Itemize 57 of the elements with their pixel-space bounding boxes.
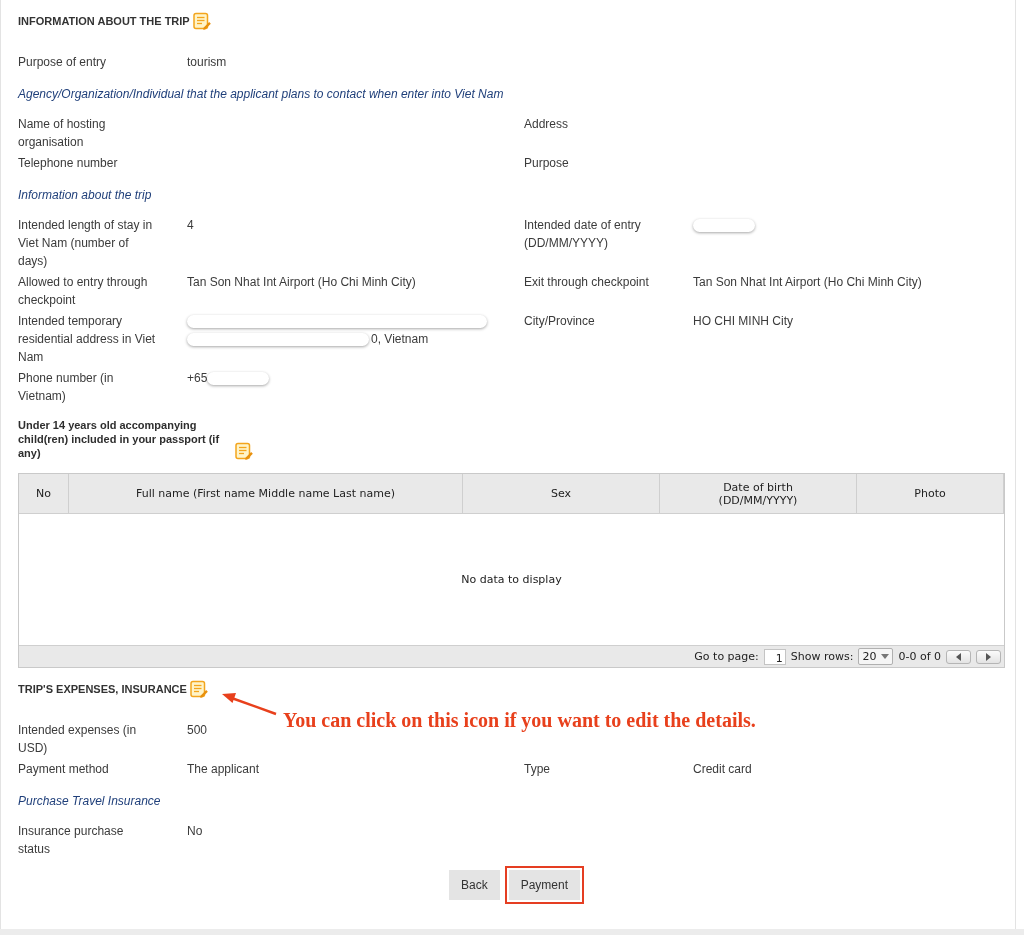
column-header: Full name (First name Middle name Last name) bbox=[69, 474, 463, 513]
action-button[interactable]: Back bbox=[448, 870, 500, 900]
field-label: Insurance purchase status bbox=[18, 823, 125, 858]
empty-message: No data to display bbox=[461, 573, 562, 586]
field-label: City/Province bbox=[524, 313, 596, 330]
field-label: Exit through checkpoint bbox=[524, 274, 650, 291]
field-value: 0, Vietnam bbox=[371, 332, 429, 346]
page-range: 0-0 of 0 bbox=[898, 650, 941, 663]
field-value: +65 bbox=[187, 371, 208, 385]
redaction-mark bbox=[693, 219, 755, 233]
field-label: Purpose bbox=[524, 155, 570, 172]
rows-select[interactable]: 20 bbox=[858, 648, 894, 665]
field-value: Tan Son Nhat Int Airport (Ho Chi Minh City) bbox=[693, 275, 922, 289]
field-label: Telephone number bbox=[18, 155, 119, 172]
pager-label: Go to page: bbox=[694, 650, 759, 663]
field-value: Tan Son Nhat Int Airport (Ho Chi Minh City) bbox=[187, 275, 416, 289]
pager-label: Show rows: bbox=[790, 650, 854, 663]
field-value: 500 bbox=[187, 723, 208, 737]
field-label: Intended expenses (in USD) bbox=[18, 722, 138, 757]
field-label: Intended date of entry (DD/MM/YYYY) bbox=[524, 217, 642, 252]
page-input[interactable]: 1 bbox=[763, 648, 786, 665]
note-pencil-icon[interactable] bbox=[189, 680, 208, 698]
subsection-title: Information about the trip bbox=[18, 188, 152, 202]
field-label: Name of hosting organisation bbox=[18, 116, 107, 151]
subsection-title: Agency/Organization/Individual that the applicant plans to contact when enter into Viet Nam bbox=[18, 87, 504, 101]
previous-page-button[interactable] bbox=[946, 649, 971, 664]
field-value: 4 bbox=[187, 218, 194, 232]
field-label: Purpose of entry bbox=[18, 54, 108, 71]
note-pencil-icon[interactable] bbox=[235, 442, 253, 460]
field-label: Address bbox=[524, 116, 570, 133]
column-header: No bbox=[19, 474, 69, 513]
field-label: Intended length of stay in Viet Nam (number of days) bbox=[18, 217, 154, 270]
column-header: Date of birth (DD/MM/YYYY) bbox=[660, 474, 857, 513]
field-label: Phone number (in Vietnam) bbox=[18, 370, 115, 405]
redaction-mark bbox=[207, 372, 270, 386]
field-label: Intended temporary residential address in Viet Nam bbox=[18, 313, 157, 366]
left-triangle-icon bbox=[956, 652, 961, 661]
caret-down-icon bbox=[881, 654, 890, 659]
subsection-title: Purchase Travel Insurance bbox=[18, 794, 161, 808]
section-title: INFORMATION ABOUT THE TRIP bbox=[18, 15, 190, 27]
note-pencil-icon[interactable] bbox=[192, 12, 211, 30]
action-button[interactable]: Payment bbox=[508, 870, 580, 900]
column-header: Photo bbox=[857, 474, 1004, 513]
field-value: HO CHI MINH City bbox=[693, 314, 793, 328]
section-title: TRIP'S EXPENSES, INSURANCE bbox=[18, 683, 187, 695]
column-header: Sex bbox=[463, 474, 660, 513]
field-value: No bbox=[187, 824, 203, 838]
field-label: Allowed to entry through checkpoint bbox=[18, 274, 149, 309]
field-value: tourism bbox=[187, 55, 227, 69]
field-label: Type bbox=[524, 761, 551, 778]
field-value: Credit card bbox=[693, 762, 752, 776]
field-label: Payment method bbox=[18, 761, 110, 778]
table-title: Under 14 years old accompanying child(ren) included in your passport (if any) bbox=[18, 418, 221, 460]
annotation-text: You can click on this icon if you want to edit the details. bbox=[283, 708, 756, 732]
next-page-button[interactable] bbox=[976, 649, 1001, 664]
field-value: The applicant bbox=[187, 762, 260, 776]
right-triangle-icon bbox=[986, 652, 991, 661]
